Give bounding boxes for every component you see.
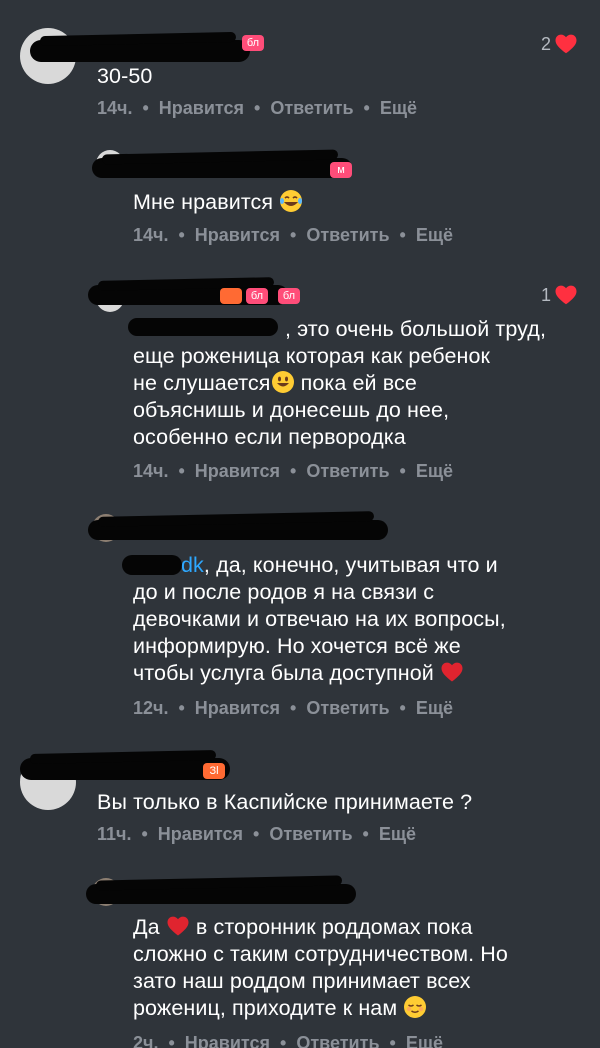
timestamp: 14ч. — [133, 461, 169, 481]
redacted-username — [86, 884, 356, 904]
heart-icon[interactable] — [554, 283, 578, 307]
more-link[interactable]: Ещё — [380, 98, 417, 119]
redacted-username — [88, 520, 388, 540]
comment-meta: 11ч. • Нравится • Ответить • Ещё — [97, 824, 417, 845]
more-link[interactable]: Ещё — [416, 461, 453, 482]
relieved-emoji-icon — [404, 996, 427, 1018]
comment-meta: 2ч. • Нравится • Ответить • Ещё — [133, 1033, 443, 1048]
heart-icon[interactable] — [554, 32, 578, 56]
reply-link[interactable]: Ответить — [296, 1033, 379, 1048]
like-link[interactable]: Нравится — [195, 225, 280, 246]
more-link[interactable]: Ещё — [416, 225, 453, 246]
comment-meta: 14ч. • Нравится • Ответить • Ещё — [133, 461, 454, 482]
reply-link[interactable]: Ответить — [306, 225, 389, 246]
timestamp: 14ч. — [133, 225, 169, 245]
user-badge: бл — [278, 288, 300, 304]
comment-meta: 12ч. • Нравится • Ответить • Ещё — [133, 698, 454, 719]
timestamp: 12ч. — [133, 698, 169, 718]
like-link[interactable]: Нравится — [158, 824, 243, 845]
like-count: 1 — [540, 284, 551, 305]
user-badge: бл — [242, 35, 264, 51]
timestamp: 2ч. — [133, 1033, 159, 1048]
like-link[interactable]: Нравится — [195, 461, 280, 482]
like-counter[interactable]: 1 — [541, 283, 578, 307]
comment-text: 30-50 — [97, 64, 153, 88]
redacted-username — [30, 40, 250, 62]
comments-thread: бл 30-50 14ч. • Нравится • Ответить • Ещё 2 м … — [0, 0, 600, 1048]
user-badge — [220, 288, 242, 304]
more-link[interactable]: Ещё — [406, 1033, 443, 1048]
mention-link[interactable]: dk — [181, 553, 204, 577]
comment-meta: 14ч. • Нравится • Ответить • Ещё — [97, 98, 418, 119]
redacted-username — [92, 158, 352, 178]
user-badge: м — [330, 162, 352, 178]
like-count: 2 — [540, 33, 551, 54]
red-heart-emoji-icon — [167, 916, 189, 936]
comment-meta: 14ч. • Нравится • Ответить • Ещё — [133, 225, 454, 246]
red-heart-emoji-icon — [441, 662, 463, 682]
like-counter[interactable]: 2 — [541, 32, 578, 56]
more-link[interactable]: Ещё — [379, 824, 416, 845]
reply-link[interactable]: Ответить — [306, 461, 389, 482]
comment-text: dk, да, конечно, учитывая что и до и пос… — [133, 553, 506, 685]
like-link[interactable]: Нравится — [159, 98, 244, 119]
comment-text: , это очень большой труд, еще роженица к… — [133, 317, 547, 449]
smiley-emoji-icon — [271, 371, 294, 393]
user-badge: Зl — [203, 763, 225, 779]
reply-link[interactable]: Ответить — [270, 98, 353, 119]
comment-text: Мне нравится — [133, 189, 303, 216]
timestamp: 11ч. — [97, 824, 132, 844]
like-link[interactable]: Нравится — [185, 1033, 270, 1048]
comment-text: Да в сторонник роддомах пока сложно с та… — [133, 915, 508, 1020]
redacted-username — [20, 758, 230, 780]
like-link[interactable]: Нравится — [195, 698, 280, 719]
timestamp: 14ч. — [97, 98, 133, 118]
user-badge: бл — [246, 288, 268, 304]
comment-text: Вы только в Каспийске принимаете ? — [97, 790, 473, 814]
laughing-emoji-icon — [280, 190, 303, 212]
more-link[interactable]: Ещё — [416, 698, 453, 719]
reply-link[interactable]: Ответить — [269, 824, 352, 845]
reply-link[interactable]: Ответить — [306, 698, 389, 719]
